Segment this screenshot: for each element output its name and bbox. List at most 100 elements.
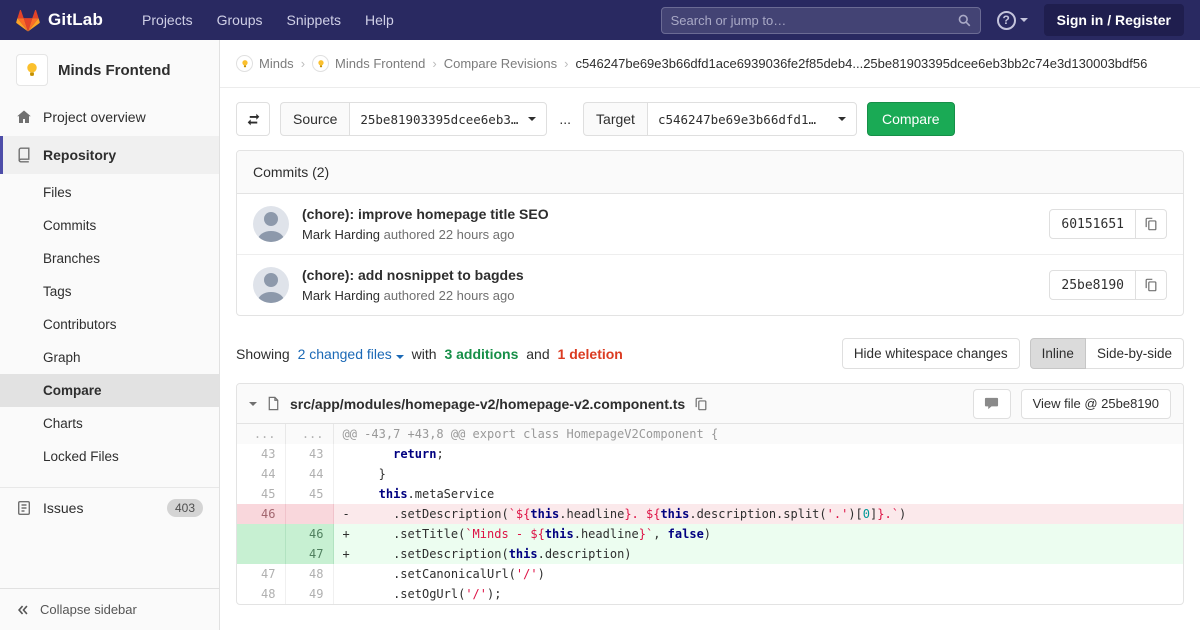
diff-line-ctx: 47 48 .setCanonicalUrl('/') xyxy=(237,564,1183,584)
compare-button[interactable]: Compare xyxy=(866,102,955,136)
project-header-link[interactable]: Minds Frontend xyxy=(0,40,219,98)
old-line-number[interactable]: 48 xyxy=(237,584,286,604)
breadcrumb-separator: › xyxy=(564,56,569,71)
view-file-button[interactable]: View file @ 25be8190 xyxy=(1020,388,1171,419)
diff-file-panel: src/app/modules/homepage-v2/homepage-v2.… xyxy=(236,383,1184,605)
collapse-sidebar-label: Collapse sidebar xyxy=(40,602,137,617)
sidebar-item-repository[interactable]: Repository xyxy=(0,136,219,174)
collapse-file-icon[interactable] xyxy=(249,401,257,406)
commit-author-link[interactable]: Mark Harding xyxy=(302,227,380,242)
copy-sha-button[interactable] xyxy=(1136,209,1167,239)
sidebar-item-label: Issues xyxy=(43,500,84,516)
sidebar-item-charts[interactable]: Charts xyxy=(0,407,219,440)
commit-title-link[interactable]: (chore): improve homepage title SEO xyxy=(302,206,549,222)
copy-file-path-button[interactable] xyxy=(694,397,708,411)
diff-line-ctx: 44 44 } xyxy=(237,464,1183,484)
copy-sha-button[interactable] xyxy=(1136,270,1167,300)
target-ref-group: Target c546247be69e3b66dfd1… xyxy=(583,102,857,136)
new-line-number[interactable]: 47 xyxy=(285,544,334,564)
sidebar-item-issues[interactable]: Issues 403 xyxy=(0,487,219,528)
old-line-number[interactable]: 43 xyxy=(237,444,286,464)
toggle-comments-button[interactable] xyxy=(972,388,1011,419)
main-content: Minds › Minds Frontend › Compare Revisio… xyxy=(220,40,1200,630)
target-ref-value: c546247be69e3b66dfd1… xyxy=(657,111,816,127)
source-ref-dropdown[interactable]: 25be81903395dcee6eb3… xyxy=(349,102,548,136)
old-line-number[interactable]: 46 xyxy=(237,504,286,524)
swap-revisions-button[interactable] xyxy=(236,102,270,136)
inline-view-button[interactable]: Inline xyxy=(1029,338,1086,369)
sidebar-item-branches[interactable]: Branches xyxy=(0,242,219,275)
code-line: } xyxy=(349,467,386,481)
compare-form: Source 25be81903395dcee6eb3… ... Target … xyxy=(220,88,1200,150)
sign-in-register-button[interactable]: Sign in / Register xyxy=(1043,4,1184,36)
breadcrumb-separator: › xyxy=(300,56,306,71)
breadcrumb-label: Minds xyxy=(259,56,294,71)
commit-title-link[interactable]: (chore): add nosnippet to bagdes xyxy=(302,267,524,283)
sidebar-item-project-overview[interactable]: Project overview xyxy=(0,98,219,136)
new-line-number[interactable]: 44 xyxy=(285,464,334,484)
breadcrumb-item-compare-revisions[interactable]: Compare Revisions xyxy=(444,56,557,71)
nav-link-snippets[interactable]: Snippets xyxy=(276,6,352,34)
source-ref-value: 25be81903395dcee6eb3… xyxy=(360,111,519,127)
nav-link-help[interactable]: Help xyxy=(354,6,405,34)
search-icon xyxy=(958,14,971,27)
old-line-number[interactable] xyxy=(237,544,286,564)
author-avatar[interactable] xyxy=(253,267,289,303)
sidebar-item-commits[interactable]: Commits xyxy=(0,209,219,242)
old-line-number[interactable]: 47 xyxy=(237,564,286,584)
diff-file-actions: View file @ 25be8190 xyxy=(972,388,1171,419)
old-line-number[interactable]: 45 xyxy=(237,484,286,504)
source-ref-group: Source 25be81903395dcee6eb3… xyxy=(280,102,548,136)
code-line: .setCanonicalUrl('/') xyxy=(349,567,545,581)
nav-link-groups[interactable]: Groups xyxy=(206,6,274,34)
author-avatar[interactable] xyxy=(253,206,289,242)
side-by-side-view-button[interactable]: Side-by-side xyxy=(1085,338,1184,369)
new-line-number[interactable]: 43 xyxy=(285,444,334,464)
new-line-number[interactable]: 45 xyxy=(285,484,334,504)
nav-link-projects[interactable]: Projects xyxy=(131,6,204,34)
gitlab-logo-home-link[interactable]: GitLab xyxy=(16,9,103,32)
brand-name: GitLab xyxy=(48,10,104,29)
code-line: this.metaService xyxy=(378,487,495,501)
commit-author-link[interactable]: Mark Harding xyxy=(302,288,380,303)
new-line-number[interactable]: 49 xyxy=(285,584,334,604)
new-line-number[interactable]: 48 xyxy=(285,564,334,584)
breadcrumb-label: Compare Revisions xyxy=(443,56,558,71)
old-line-number[interactable] xyxy=(237,524,286,544)
sidebar-item-compare[interactable]: Compare xyxy=(0,374,219,407)
help-dropdown[interactable]: ? xyxy=(996,10,1028,30)
breadcrumb-item-minds-frontend[interactable]: Minds Frontend xyxy=(312,55,425,72)
repository-subitems: Files Commits Branches Tags Contributors… xyxy=(0,174,219,481)
group-avatar xyxy=(236,55,253,72)
changed-files-dropdown[interactable]: 2 changed files xyxy=(298,346,404,362)
old-line-number[interactable]: 44 xyxy=(237,464,286,484)
sidebar-item-contributors[interactable]: Contributors xyxy=(0,308,219,341)
summary-and: and xyxy=(526,345,550,362)
commit-meta-text: authored 22 hours ago xyxy=(383,227,515,242)
commit-sha: 25be8190 xyxy=(1049,270,1136,300)
target-ref-dropdown[interactable]: c546247be69e3b66dfd1… xyxy=(646,102,857,136)
search-input[interactable] xyxy=(670,12,958,28)
sidebar-item-locked-files[interactable]: Locked Files xyxy=(0,440,219,473)
commit-sha: 60151651 xyxy=(1049,209,1136,239)
breadcrumb-item-minds[interactable]: Minds xyxy=(236,55,294,72)
new-line-number[interactable]: 46 xyxy=(285,524,334,544)
commit-byline: Mark Harding authored 22 hours ago xyxy=(302,227,549,242)
sidebar-item-files[interactable]: Files xyxy=(0,176,219,209)
project-avatar-small xyxy=(312,55,330,72)
hide-whitespace-button[interactable]: Hide whitespace changes xyxy=(841,338,1020,369)
project-sidebar: Minds Frontend Project overview Reposito… xyxy=(0,40,220,630)
diff-line-del: 46 - .setDescription(`${this.headline}. $… xyxy=(237,504,1183,524)
search-box xyxy=(660,6,981,34)
collapse-sidebar-button[interactable]: Collapse sidebar xyxy=(0,588,219,630)
sidebar-item-tags[interactable]: Tags xyxy=(0,275,219,308)
breadcrumb: Minds › Minds Frontend › Compare Revisio… xyxy=(220,40,1200,88)
diff-line-ctx: 43 43 return; xyxy=(237,444,1183,464)
diff-line-add: 47 + .setDescription(this.description) xyxy=(237,544,1183,564)
sidebar-item-graph[interactable]: Graph xyxy=(0,341,219,374)
chevron-down-icon xyxy=(395,354,404,359)
chevron-down-icon xyxy=(528,117,537,121)
new-line-number[interactable] xyxy=(285,504,334,524)
diff-line-ctx: 48 49 .setOgUrl('/'); xyxy=(237,584,1183,604)
diff-table-body: ...... @@ -43,7 +43,8 @@ export class Hom… xyxy=(237,424,1183,604)
